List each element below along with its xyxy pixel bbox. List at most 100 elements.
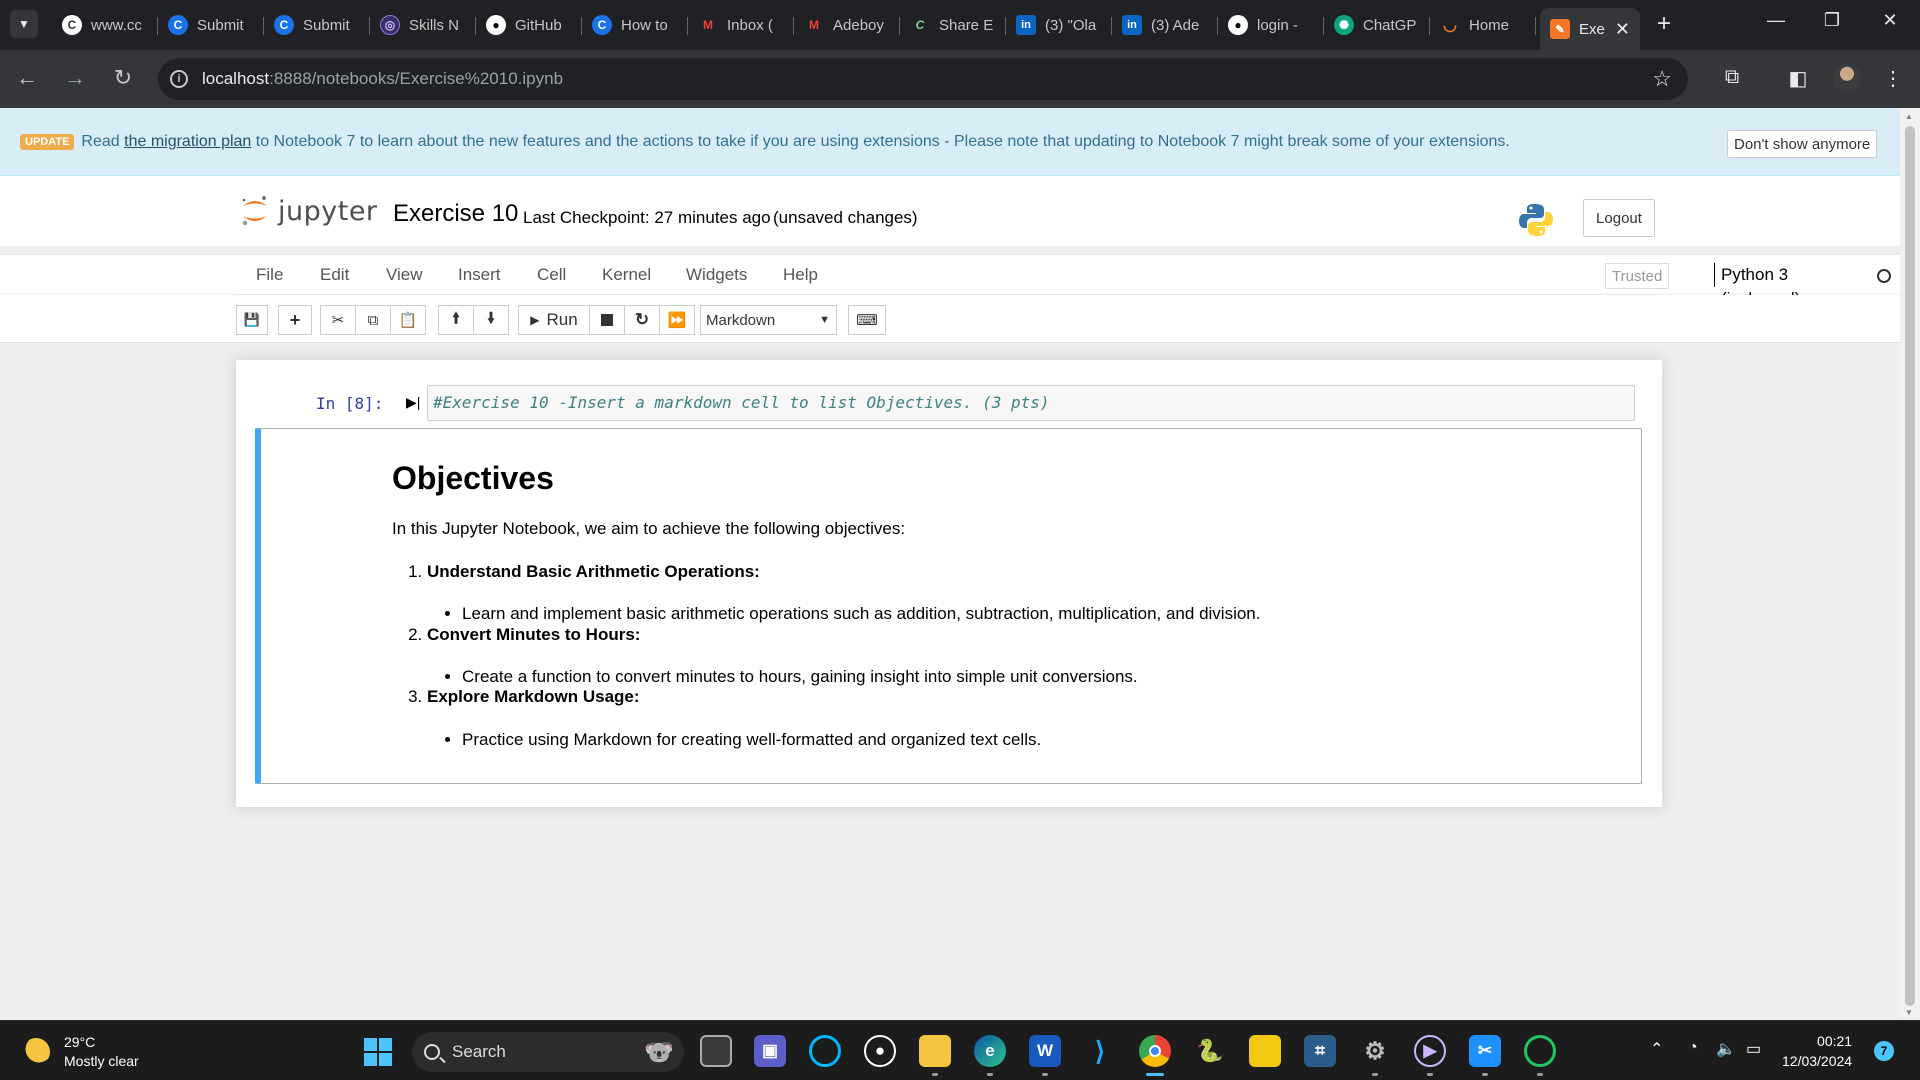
copy-button[interactable]: ⧉: [355, 305, 391, 335]
github-desktop-icon[interactable]: ●: [864, 1035, 896, 1067]
linkedin-icon: in: [1016, 15, 1036, 35]
tab-label: Share E: [939, 16, 994, 34]
close-icon[interactable]: ✕: [1615, 19, 1630, 40]
moon-weather-icon: [22, 1038, 50, 1066]
wifi-icon[interactable]: ◔: [1688, 1039, 1698, 1057]
paste-button[interactable]: 📋: [390, 305, 426, 335]
browser-tab[interactable]: in (3) "Ola: [1006, 8, 1112, 42]
browser-tab[interactable]: ◎ Skills N: [370, 8, 476, 42]
browser-tab[interactable]: in (3) Ade: [1112, 8, 1218, 42]
run-cell-icon[interactable]: ▶|: [406, 394, 420, 411]
scroll-up-icon[interactable]: ▲: [1905, 112, 1913, 121]
restart-run-all-button[interactable]: ⏩: [659, 305, 695, 335]
profile-avatar[interactable]: [1833, 64, 1861, 92]
browser-tab[interactable]: ● login -: [1218, 8, 1324, 42]
list-item: Explore Markdown Usage: Practice using M…: [427, 687, 1592, 750]
site-info-icon[interactable]: i: [170, 70, 188, 88]
browser-tab[interactable]: C Share E: [900, 8, 1006, 42]
system-clock[interactable]: 00:21 12/03/2024: [1782, 1031, 1852, 1071]
window-close-button[interactable]: ✕: [1870, 10, 1910, 31]
anaconda-icon[interactable]: 🐍: [1194, 1035, 1226, 1067]
extensions-icon[interactable]: ⧉: [1717, 66, 1747, 89]
migration-plan-link[interactable]: the migration plan: [124, 133, 251, 150]
side-panel-icon[interactable]: ◧: [1783, 66, 1813, 91]
menu-file[interactable]: File: [256, 265, 283, 285]
run-button[interactable]: ▶ Run: [518, 305, 590, 335]
menu-widgets[interactable]: Widgets: [686, 265, 747, 285]
start-button[interactable]: [364, 1038, 392, 1066]
new-tab-button[interactable]: +: [1650, 10, 1678, 38]
notebook-name[interactable]: Exercise 10: [393, 200, 518, 228]
media-player-icon[interactable]: ▶: [1414, 1035, 1446, 1067]
weather-widget[interactable]: 29°C Mostly clear: [22, 1033, 139, 1071]
restore-button[interactable]: ❐: [1812, 10, 1852, 31]
more-menu-icon[interactable]: ⋮: [1878, 66, 1908, 91]
tray-chevron-up-icon[interactable]: ⌃: [1650, 1039, 1663, 1059]
browser-tab[interactable]: C Submit: [264, 8, 370, 42]
github-icon: ●: [486, 15, 506, 35]
teams-icon[interactable]: ▣: [754, 1035, 786, 1067]
move-down-button[interactable]: 🠛: [473, 305, 509, 335]
cell-type-select[interactable]: Markdown ▼: [700, 305, 837, 335]
dont-show-anymore-button[interactable]: Don't show anymore: [1727, 130, 1878, 158]
browser-tab[interactable]: ● GitHub: [476, 8, 582, 42]
code-cell-editor[interactable]: #Exercise 10 -Insert a markdown cell to …: [427, 385, 1635, 421]
cortana-icon[interactable]: [809, 1035, 841, 1067]
minimize-button[interactable]: —: [1756, 10, 1796, 31]
command-palette-button[interactable]: ⌨: [848, 305, 886, 335]
task-view-icon[interactable]: [700, 1035, 732, 1067]
browser-tab[interactable]: ✺ ChatGP: [1324, 8, 1430, 42]
jupyter-logo[interactable]: jupyter: [240, 194, 378, 228]
browser-tab[interactable]: C How to: [582, 8, 688, 42]
browser-tab-active[interactable]: ✎ Exe ✕: [1540, 8, 1640, 50]
taskbar-search[interactable]: Search 🐨: [412, 1032, 684, 1072]
page-scrollbar[interactable]: ▲ ▼: [1900, 108, 1920, 1020]
battery-icon[interactable]: ▭: [1746, 1039, 1761, 1059]
browser-tab[interactable]: ◡ Home: [1430, 8, 1536, 42]
word-icon[interactable]: W: [1029, 1035, 1061, 1067]
vscode-icon[interactable]: ⟩: [1084, 1035, 1116, 1067]
volume-icon[interactable]: 🔈: [1716, 1039, 1736, 1059]
scrollbar-thumb[interactable]: [1905, 126, 1915, 1006]
trusted-indicator[interactable]: Trusted: [1605, 263, 1670, 289]
move-up-button[interactable]: 🠙: [438, 305, 474, 335]
bookmark-star-icon[interactable]: ☆: [1652, 66, 1672, 92]
insert-cell-button[interactable]: +: [278, 305, 312, 335]
back-button[interactable]: ←: [12, 66, 42, 90]
browser-tab[interactable]: M Inbox (: [688, 8, 794, 42]
interrupt-button[interactable]: [589, 305, 625, 335]
snipping-tool-icon[interactable]: ✂: [1469, 1035, 1501, 1067]
forward-button[interactable]: →: [60, 66, 90, 90]
kernel-name[interactable]: Python 3 (ipykernel): [1714, 263, 1800, 308]
scroll-down-icon[interactable]: ▼: [1905, 1008, 1913, 1017]
loading-app-icon[interactable]: [1524, 1035, 1556, 1067]
edge-icon[interactable]: e: [974, 1035, 1006, 1067]
restart-button[interactable]: ↻: [624, 305, 660, 335]
markdown-cell[interactable]: Objectives In this Jupyter Notebook, we …: [255, 428, 1642, 784]
address-bar[interactable]: i localhost:8888/notebooks/Exercise%2010…: [158, 58, 1688, 100]
settings-gear-icon[interactable]: ⚙: [1359, 1035, 1391, 1067]
save-button[interactable]: 💾: [236, 305, 268, 335]
url-text[interactable]: localhost:8888/notebooks/Exercise%2010.i…: [202, 69, 563, 89]
reload-button[interactable]: ↻: [108, 66, 138, 90]
file-explorer-icon[interactable]: [919, 1035, 951, 1067]
tab-label: www.cc: [91, 16, 142, 34]
tab-label: (3) Ade: [1151, 16, 1200, 34]
chrome-icon[interactable]: [1139, 1035, 1171, 1067]
tab-search-button[interactable]: ▼: [10, 10, 38, 38]
menu-insert[interactable]: Insert: [458, 265, 501, 285]
logout-button[interactable]: Logout: [1583, 199, 1655, 237]
browser-tab[interactable]: C Submit: [158, 8, 264, 42]
browser-tab[interactable]: M Adeboy: [794, 8, 900, 42]
browser-tab[interactable]: C www.cc: [52, 8, 158, 42]
menu-kernel[interactable]: Kernel: [602, 265, 651, 285]
menu-edit[interactable]: Edit: [320, 265, 349, 285]
menu-cell[interactable]: Cell: [537, 265, 566, 285]
power-bi-icon[interactable]: [1249, 1035, 1281, 1067]
list-item: Understand Basic Arithmetic Operations: …: [427, 562, 1592, 625]
cut-button[interactable]: ✂: [320, 305, 356, 335]
notification-badge[interactable]: 7: [1874, 1041, 1894, 1061]
sql-workbench-icon[interactable]: ⌗: [1304, 1035, 1336, 1067]
menu-help[interactable]: Help: [783, 265, 818, 285]
menu-view[interactable]: View: [386, 265, 423, 285]
